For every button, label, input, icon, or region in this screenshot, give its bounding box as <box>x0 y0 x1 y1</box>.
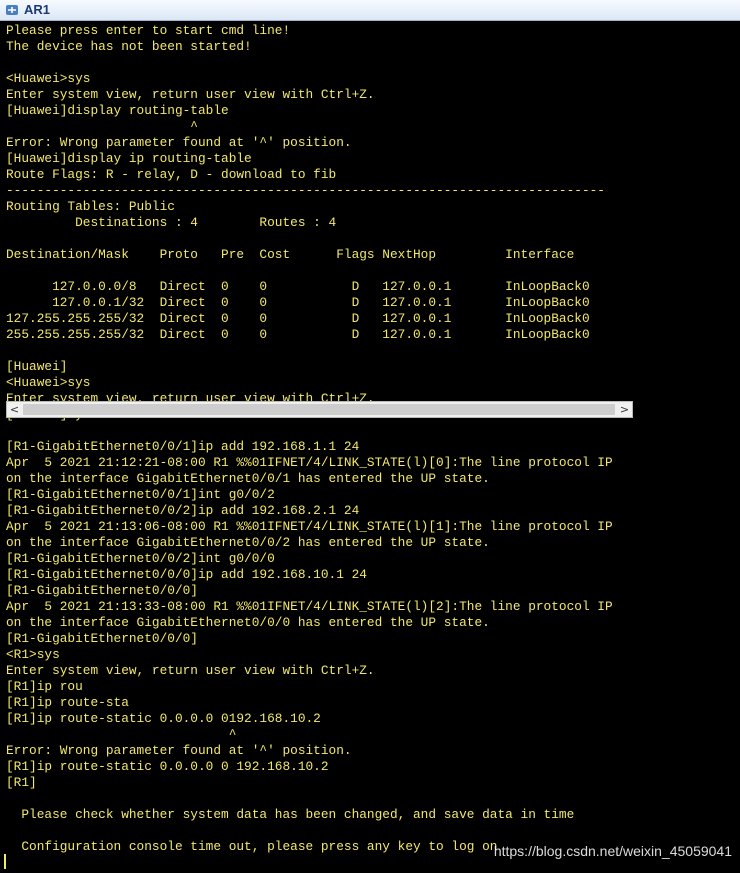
console-line: Error: Wrong parameter found at '^' posi… <box>6 743 352 758</box>
console-line: [R1]ip rou <box>6 679 83 694</box>
console-line: 127.0.0.0/8 Direct 0 0 D 127.0.0.1 InLoo… <box>6 279 590 294</box>
router-app-icon <box>6 5 18 15</box>
console-line: Routing Tables: Public <box>6 199 175 214</box>
console-line: on the interface GigabitEthernet0/0/1 ha… <box>6 471 490 486</box>
console-line: Destination/Mask Proto Pre Cost Flags Ne… <box>6 247 575 262</box>
console-line: [R1-GigabitEthernet0/0/1]ip add 192.168.… <box>6 439 360 454</box>
console-line: Enter system view, return user view with… <box>6 663 375 678</box>
console-line: on the interface GigabitEthernet0/0/2 ha… <box>6 535 490 550</box>
console-line: <R1>sys <box>6 647 60 662</box>
console-line: 255.255.255.255/32 Direct 0 0 D 127.0.0.… <box>6 327 590 342</box>
console-line: [Huawei] <box>6 359 68 374</box>
console-line: 127.255.255.255/32 Direct 0 0 D 127.0.0.… <box>6 311 590 326</box>
console-line: Apr 5 2021 21:12:21-08:00 R1 %%01IFNET/4… <box>6 455 613 470</box>
console-line: <Huawei>sys <box>6 71 91 86</box>
console-line: Enter system view, return user view with… <box>6 87 375 102</box>
console-line: Please press enter to start cmd line! <box>6 23 291 38</box>
console-line: Apr 5 2021 21:13:06-08:00 R1 %%01IFNET/4… <box>6 519 613 534</box>
console-line: [R1-GigabitEthernet0/0/0] <box>6 631 198 646</box>
console-line: [R1] <box>6 775 37 790</box>
console-line: [Huawei]display ip routing-table <box>6 151 252 166</box>
console-line: Destinations : 4 Routes : 4 <box>6 215 337 230</box>
console-line: [R1-GigabitEthernet0/0/1]int g0/0/2 <box>6 487 275 502</box>
console-line: Please check whether system data has bee… <box>6 807 575 822</box>
console-line: 127.0.0.1/32 Direct 0 0 D 127.0.0.1 InLo… <box>6 295 590 310</box>
watermark: https://blog.csdn.net/weixin_45059041 <box>493 843 732 859</box>
console-line: [R1-GigabitEthernet0/0/2]ip add 192.168.… <box>6 503 360 518</box>
chevron-right-icon[interactable]: > <box>617 402 632 417</box>
console-line: ^ <box>6 727 237 742</box>
console-line: [R1]ip route-static 0.0.0.0 0192.168.10.… <box>6 711 321 726</box>
console-line: Apr 5 2021 21:13:33-08:00 R1 %%01IFNET/4… <box>6 599 613 614</box>
console-line: [R1-GigabitEthernet0/0/2]int g0/0/0 <box>6 551 275 566</box>
scrollbar-thumb[interactable] <box>23 404 615 415</box>
console-line: on the interface GigabitEthernet0/0/0 ha… <box>6 615 490 630</box>
terminal-console[interactable]: Please press enter to start cmd line! The… <box>0 21 740 873</box>
text-cursor <box>4 854 6 869</box>
console-line: [Huawei]display routing-table <box>6 103 229 118</box>
window-title: AR1 <box>24 2 51 17</box>
console-line: Configuration console time out, please p… <box>6 839 498 854</box>
chevron-left-icon[interactable]: < <box>7 402 22 417</box>
console-line: Route Flags: R - relay, D - download to … <box>6 167 337 182</box>
console-line: ^ <box>6 119 198 134</box>
window-titlebar[interactable]: AR1 <box>0 0 740 21</box>
console-line: [R1-GigabitEthernet0/0/0]ip add 192.168.… <box>6 567 367 582</box>
console-line: [R1]ip route-sta <box>6 695 129 710</box>
console-line: [R1]ip route-static 0.0.0.0 0 192.168.10… <box>6 759 329 774</box>
console-line: Error: Wrong parameter found at '^' posi… <box>6 135 352 150</box>
console-line: [R1-GigabitEthernet0/0/0] <box>6 583 198 598</box>
console-line: ----------------------------------------… <box>6 183 605 198</box>
horizontal-scrollbar[interactable]: < > <box>6 401 633 418</box>
console-line: The device has not been started! <box>6 39 252 54</box>
console-line: <Huawei>sys <box>6 375 91 390</box>
